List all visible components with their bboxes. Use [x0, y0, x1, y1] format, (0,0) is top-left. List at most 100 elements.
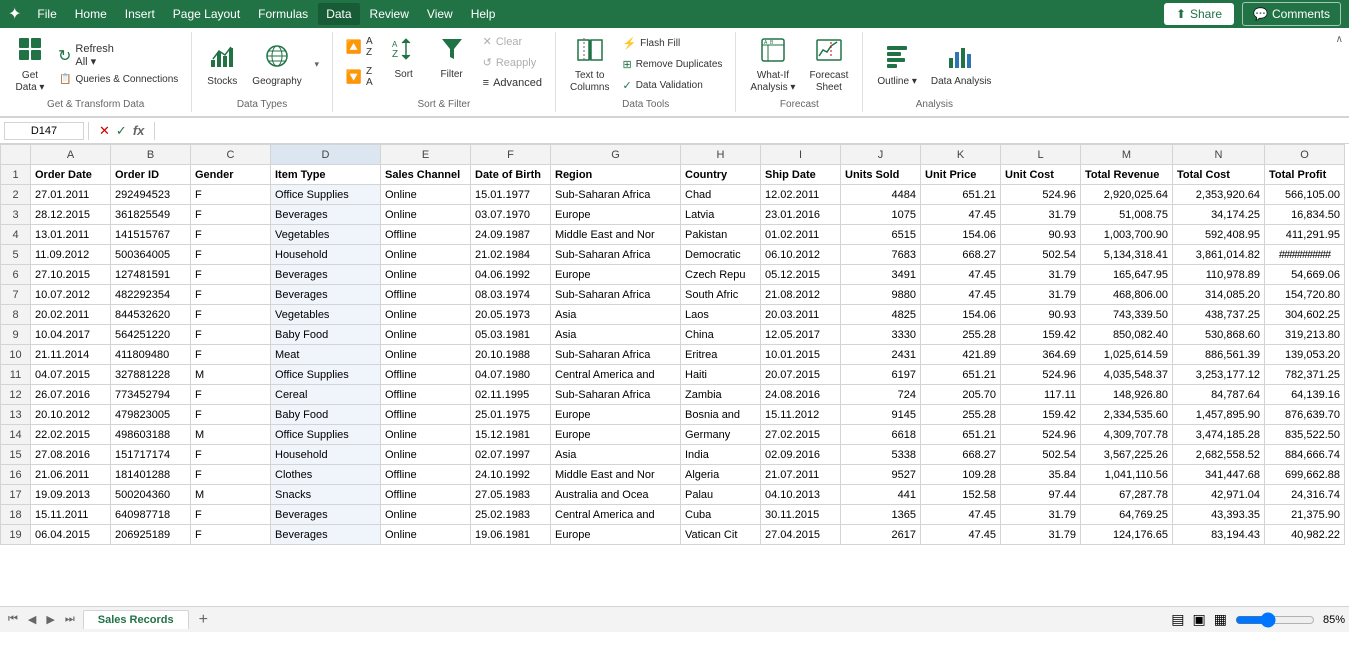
cell[interactable]: 361825549 [111, 205, 191, 225]
cell[interactable]: Democratic [681, 245, 761, 265]
cell[interactable]: 4484 [841, 185, 921, 205]
cell[interactable]: 15.11.2012 [761, 405, 841, 425]
menu-item-data[interactable]: Data [318, 3, 359, 25]
cell[interactable]: Online [381, 425, 471, 445]
cell[interactable]: 479823005 [111, 405, 191, 425]
cell[interactable]: 54,669.06 [1265, 265, 1345, 285]
cell[interactable]: Europe [551, 265, 681, 285]
col-header-j[interactable]: J [841, 145, 921, 165]
cell[interactable]: Online [381, 525, 471, 545]
cell[interactable]: 743,339.50 [1081, 305, 1173, 325]
menu-item-insert[interactable]: Insert [117, 3, 163, 25]
col-header-l[interactable]: L [1001, 145, 1081, 165]
cell[interactable]: 117.11 [1001, 385, 1081, 405]
cell[interactable]: 05.12.2015 [761, 265, 841, 285]
cell[interactable]: 27.04.2015 [761, 525, 841, 545]
cell[interactable]: Beverages [271, 505, 381, 525]
cell[interactable]: Eritrea [681, 345, 761, 365]
cell[interactable]: 42,971.04 [1173, 485, 1265, 505]
cell[interactable]: Latvia [681, 205, 761, 225]
cell[interactable]: Offline [381, 225, 471, 245]
cell[interactable]: 31.79 [1001, 285, 1081, 305]
cell[interactable]: 10.01.2015 [761, 345, 841, 365]
cell[interactable]: Online [381, 445, 471, 465]
cell[interactable]: M [191, 485, 271, 505]
cell[interactable]: Palau [681, 485, 761, 505]
cell[interactable]: 154.06 [921, 225, 1001, 245]
cell[interactable]: 640987718 [111, 505, 191, 525]
header-cell-K[interactable]: Unit Price [921, 165, 1001, 185]
cell[interactable]: 10.04.2017 [31, 325, 111, 345]
cell[interactable]: 04.10.2013 [761, 485, 841, 505]
cell[interactable]: Chad [681, 185, 761, 205]
view-page-layout-icon[interactable]: ▣ [1193, 611, 1206, 628]
col-header-o[interactable]: O [1265, 145, 1345, 165]
data-analysis-button[interactable]: Data Analysis [925, 39, 998, 91]
cell[interactable]: F [191, 325, 271, 345]
cell[interactable]: 205.70 [921, 385, 1001, 405]
cell[interactable]: 1,025,614.59 [1081, 345, 1173, 365]
cell[interactable]: 2,682,558.52 [1173, 445, 1265, 465]
cell[interactable]: Meat [271, 345, 381, 365]
col-header-n[interactable]: N [1173, 145, 1265, 165]
cell[interactable]: F [191, 385, 271, 405]
cell[interactable]: 181401288 [111, 465, 191, 485]
formula-input[interactable] [159, 123, 1345, 139]
col-header-c[interactable]: C [191, 145, 271, 165]
cell[interactable]: 27.08.2016 [31, 445, 111, 465]
cell[interactable]: 524.96 [1001, 425, 1081, 445]
cell[interactable]: 24.10.1992 [471, 465, 551, 485]
cell[interactable]: 15.11.2011 [31, 505, 111, 525]
cell[interactable]: 64,139.16 [1265, 385, 1345, 405]
cell[interactable]: 64,769.25 [1081, 505, 1173, 525]
cell[interactable]: 84,787.64 [1173, 385, 1265, 405]
sort-za-button[interactable]: 🔽 ZA [341, 63, 378, 91]
cell[interactable]: 4,035,548.37 [1081, 365, 1173, 385]
cell[interactable]: 255.28 [921, 325, 1001, 345]
cell[interactable]: 20.03.2011 [761, 305, 841, 325]
cell[interactable]: Office Supplies [271, 425, 381, 445]
data-validation-button[interactable]: ✓ Data Validation [617, 76, 727, 95]
cell[interactable]: 876,639.70 [1265, 405, 1345, 425]
cell[interactable]: 83,194.43 [1173, 525, 1265, 545]
cell[interactable]: 20.10.1988 [471, 345, 551, 365]
cell[interactable]: 04.07.2015 [31, 365, 111, 385]
cell[interactable]: Sub-Saharan Africa [551, 345, 681, 365]
cell[interactable]: 47.45 [921, 525, 1001, 545]
cell[interactable]: 16,834.50 [1265, 205, 1345, 225]
cell[interactable]: South Afric [681, 285, 761, 305]
cell[interactable]: Zambia [681, 385, 761, 405]
cell[interactable]: 154.06 [921, 305, 1001, 325]
cell[interactable]: Offline [381, 365, 471, 385]
cell[interactable]: 15.12.1981 [471, 425, 551, 445]
filter-button[interactable]: Filter [430, 32, 474, 84]
cell[interactable]: 2,920,025.64 [1081, 185, 1173, 205]
cell[interactable]: 21.06.2011 [31, 465, 111, 485]
cell[interactable]: 97.44 [1001, 485, 1081, 505]
cell[interactable]: Middle East and Nor [551, 465, 681, 485]
cell[interactable]: Australia and Ocea [551, 485, 681, 505]
cell[interactable]: 530,868.60 [1173, 325, 1265, 345]
cell[interactable]: 2431 [841, 345, 921, 365]
cell[interactable]: 110,978.89 [1173, 265, 1265, 285]
cell[interactable]: 7683 [841, 245, 921, 265]
cell[interactable]: 02.07.1997 [471, 445, 551, 465]
cell[interactable]: F [191, 305, 271, 325]
cell[interactable]: 25.01.1975 [471, 405, 551, 425]
cell[interactable]: 498603188 [111, 425, 191, 445]
cell[interactable]: F [191, 445, 271, 465]
cell[interactable]: 6197 [841, 365, 921, 385]
cell[interactable]: 21.07.2011 [761, 465, 841, 485]
cell[interactable]: 21.11.2014 [31, 345, 111, 365]
cell[interactable]: Cuba [681, 505, 761, 525]
cell[interactable]: 165,647.95 [1081, 265, 1173, 285]
cell[interactable]: 502.54 [1001, 445, 1081, 465]
cell[interactable]: Sub-Saharan Africa [551, 285, 681, 305]
cell[interactable]: F [191, 265, 271, 285]
cell[interactable]: Vatican Cit [681, 525, 761, 545]
cell[interactable]: 9145 [841, 405, 921, 425]
cell[interactable]: Europe [551, 205, 681, 225]
cell[interactable]: 3,567,225.26 [1081, 445, 1173, 465]
cell[interactable]: 1,003,700.90 [1081, 225, 1173, 245]
cell[interactable]: 1,457,895.90 [1173, 405, 1265, 425]
